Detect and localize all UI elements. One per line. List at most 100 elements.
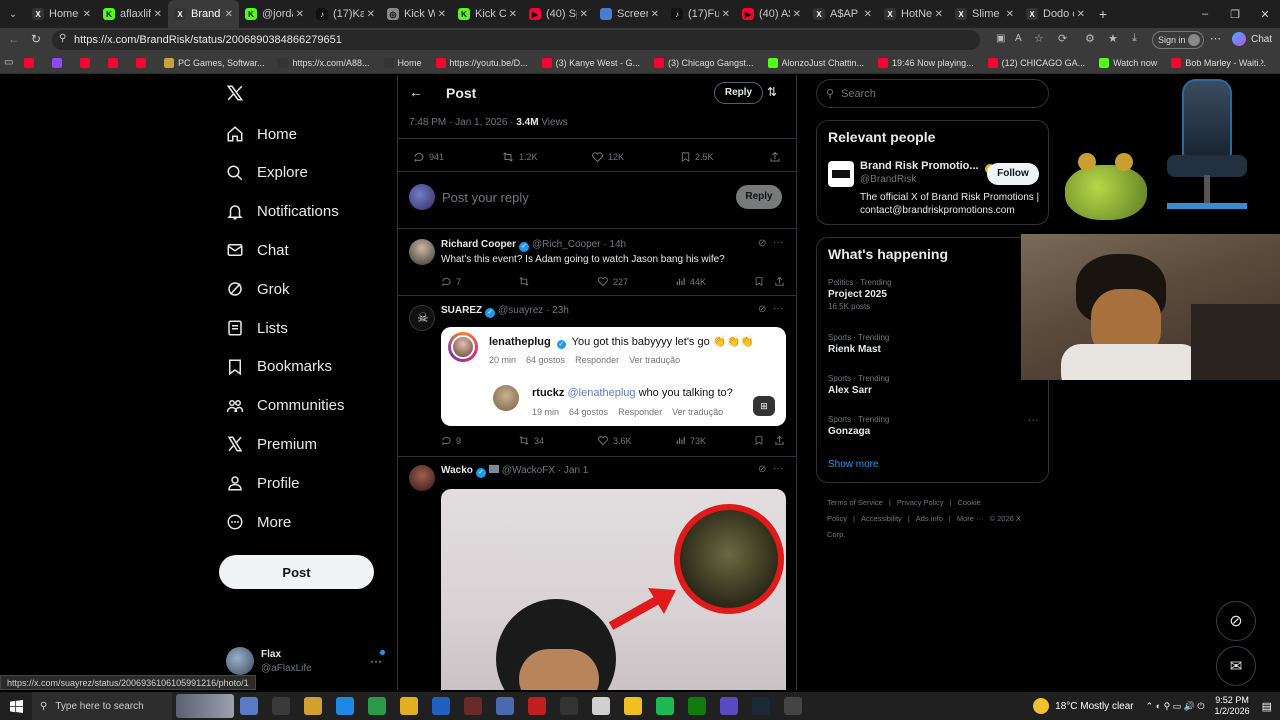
grok-icon[interactable]: ⊘ <box>758 464 766 475</box>
composer-reply-button[interactable]: Reply <box>736 185 782 209</box>
nav-notifications[interactable]: Notifications <box>226 197 339 227</box>
bookmark-item[interactable] <box>135 57 150 68</box>
nav-more[interactable]: More <box>226 507 291 537</box>
bookmark-item[interactable]: https://x.com/A88... <box>278 57 370 68</box>
minimize-icon[interactable]: – <box>1190 8 1220 20</box>
taskbar-app-icon[interactable] <box>240 697 258 715</box>
browser-tab[interactable]: X Dodo on✕ <box>1020 0 1091 28</box>
taskbar-app-icon[interactable] <box>336 697 354 715</box>
browser-tab[interactable]: ♪ (17)Funny✕ <box>665 0 736 28</box>
read-aloud-icon[interactable]: A <box>1015 33 1022 44</box>
back-arrow-icon[interactable]: ← <box>409 84 423 100</box>
taskbar-app-icon[interactable] <box>368 697 386 715</box>
close-tab-icon[interactable]: ✕ <box>367 9 375 20</box>
grok-fab-icon[interactable]: ⊘ <box>1216 601 1256 641</box>
close-tab-icon[interactable]: ✕ <box>935 9 943 20</box>
nav-profile[interactable]: Profile <box>226 468 300 498</box>
nav-chat[interactable]: Chat <box>226 235 289 265</box>
bookmark-icon[interactable] <box>754 276 768 287</box>
reply-count[interactable]: 941 <box>413 151 444 163</box>
bookmark-item[interactable]: (3) Kanye West - G... <box>541 57 640 68</box>
taskbar-app-icon[interactable] <box>752 697 770 715</box>
trend-item[interactable]: Politics · Trending Project 2025 16.5K pos… <box>828 278 1038 311</box>
close-tab-icon[interactable]: ✕ <box>154 9 162 20</box>
bookmark-item[interactable]: AlonzoJust Chattin... <box>767 57 864 68</box>
bookmark-item[interactable]: Watch now <box>1099 57 1157 68</box>
taskbar-search-input[interactable]: ⚲ Type here to search <box>32 692 172 720</box>
install-icon[interactable]: ▣ <box>996 33 1005 44</box>
bookmark-item[interactable]: 19:46 Now playing... <box>878 57 974 68</box>
close-tab-icon[interactable]: ✕ <box>296 9 304 20</box>
post-video-thumbnail[interactable] <box>441 489 786 690</box>
download-icon[interactable]: ⤓ <box>1132 32 1137 45</box>
more-options-icon[interactable]: ··· <box>773 303 783 314</box>
person-name[interactable]: Brand Risk Promotio... ✓ <box>860 160 998 174</box>
footer-link[interactable]: Accessibility <box>861 514 902 523</box>
reply-count[interactable]: 9 <box>441 435 461 446</box>
bookmark-item[interactable] <box>23 57 38 68</box>
new-tab-button[interactable]: + <box>1091 6 1115 22</box>
trend-item[interactable]: Sports · TrendingAlex Sarr··· <box>828 374 1038 396</box>
grok-icon[interactable]: ⊘ <box>758 304 766 315</box>
back-icon[interactable]: ← <box>8 32 20 46</box>
copilot-chat-button[interactable]: Chat <box>1232 32 1272 46</box>
bookmark-item[interactable] <box>107 57 122 68</box>
bookmark-item[interactable]: (3) Chicago Gangst... <box>653 57 754 68</box>
view-count[interactable]: 73K <box>675 435 706 446</box>
more-options-icon[interactable]: ··· <box>773 237 783 248</box>
sign-in-button[interactable]: Sign in <box>1152 31 1204 49</box>
taskbar-app-icon[interactable] <box>720 697 738 715</box>
x-logo-icon[interactable] <box>226 84 244 107</box>
tab-list-icon[interactable]: ⌄ <box>0 9 26 20</box>
close-tab-icon[interactable]: ✕ <box>225 9 233 20</box>
nav-premium[interactable]: Premium <box>226 429 317 459</box>
repost-count[interactable]: 34 <box>518 435 544 446</box>
bookmark-item[interactable]: https://youtu.be/D... <box>435 57 528 68</box>
close-tab-icon[interactable]: ✕ <box>1006 9 1014 20</box>
weather-text[interactable]: 18°C Mostly clear <box>1055 701 1133 712</box>
author-name[interactable]: SUAREZ <box>441 305 482 316</box>
nav-bookmarks[interactable]: Bookmarks <box>226 352 332 382</box>
close-tab-icon[interactable]: ✕ <box>438 9 446 20</box>
follow-button[interactable]: Follow <box>987 163 1039 185</box>
share-icon[interactable] <box>769 151 785 163</box>
header-reply-button[interactable]: Reply <box>714 82 763 104</box>
bookmark-item[interactable] <box>51 57 66 68</box>
like-count[interactable]: 12K <box>591 151 624 163</box>
post-image[interactable]: lenatheplug ✓ You got this babyyyy let's… <box>441 327 786 426</box>
taskbar-app-icon[interactable] <box>432 697 450 715</box>
browser-tab[interactable]: ◎ Kick Wrap✕ <box>381 0 452 28</box>
browser-tab[interactable]: X A$AP Roc✕ <box>807 0 878 28</box>
menu-icon[interactable]: ⋯ <box>1210 32 1221 45</box>
share-icon[interactable] <box>774 435 789 446</box>
post-button[interactable]: Post <box>219 555 374 589</box>
browser-tab[interactable]: Screensh✕ <box>594 0 665 28</box>
taskbar-app-icon[interactable] <box>592 697 610 715</box>
browser-tab[interactable]: ▶ (40) Spon✕ <box>523 0 594 28</box>
author-name[interactable]: Richard Cooper <box>441 239 516 250</box>
browser-tab[interactable]: K Kick Chat✕ <box>452 0 523 28</box>
footer-link[interactable]: More ··· <box>957 514 984 523</box>
messages-fab-icon[interactable]: ✉ <box>1216 646 1256 686</box>
footer-link[interactable]: Terms of Service <box>827 498 883 507</box>
close-tab-icon[interactable]: ✕ <box>864 9 872 20</box>
trend-item[interactable]: Sports · TrendingRienk Mast··· <box>828 333 1038 355</box>
more-bookmarks-icon[interactable]: › <box>1260 56 1264 68</box>
taskbar-app-icon[interactable] <box>688 697 706 715</box>
browser-tab[interactable]: X HotNewHi✕ <box>878 0 949 28</box>
browser-tab[interactable]: X Home / X✕ <box>26 0 97 28</box>
reply-count[interactable]: 7 <box>441 276 461 287</box>
reply-input[interactable]: Post your reply <box>442 190 529 205</box>
show-more-link[interactable]: Show more <box>828 459 879 470</box>
split-screen-icon[interactable]: ⚙ <box>1085 32 1095 45</box>
account-switcher[interactable]: Flax @aFlaxLife ··· <box>226 647 386 677</box>
taskbar-app-icon[interactable] <box>560 697 578 715</box>
bookmark-icon[interactable] <box>754 435 768 446</box>
close-tab-icon[interactable]: ✕ <box>509 9 517 20</box>
close-tab-icon[interactable]: ✕ <box>580 9 588 20</box>
browser-tab[interactable]: ♪ (17)Kai Ce✕ <box>310 0 381 28</box>
taskbar-app-icon[interactable] <box>624 697 642 715</box>
taskbar-app-icon[interactable] <box>464 697 482 715</box>
taskbar-app-icon[interactable] <box>496 697 514 715</box>
site-info-icon[interactable]: ⚲ <box>59 33 66 44</box>
